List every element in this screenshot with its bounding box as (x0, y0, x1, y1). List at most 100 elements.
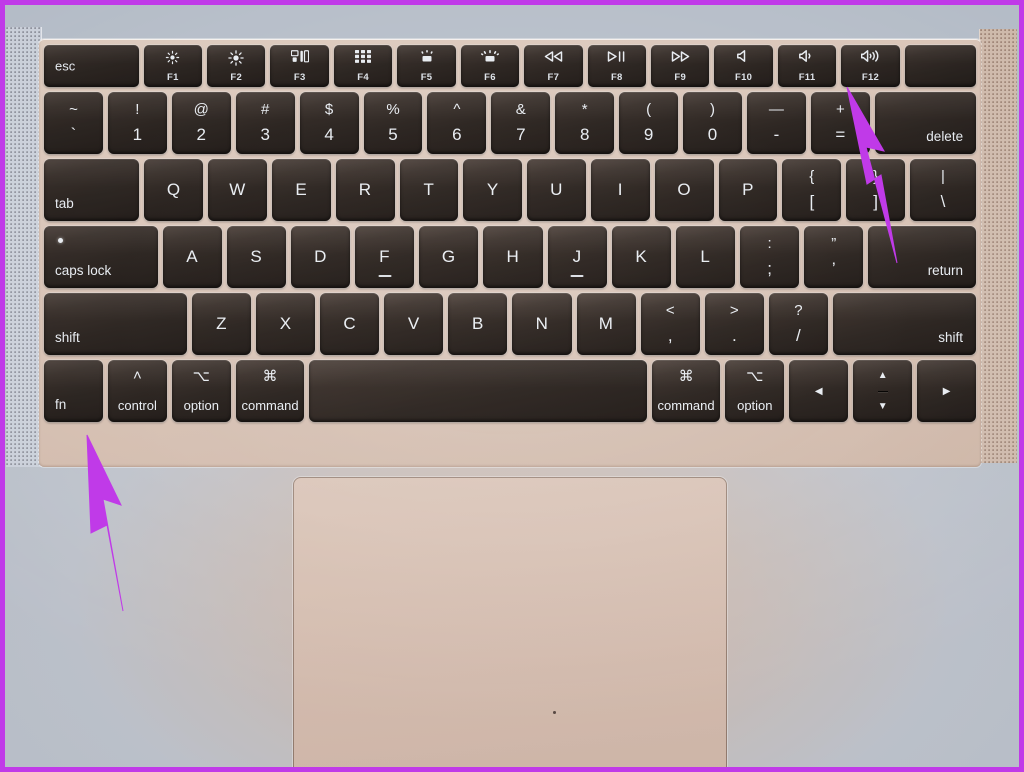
mission-control-key[interactable]: F3 (270, 45, 329, 87)
one-key[interactable]: ! 1 (107, 92, 167, 154)
seven-key[interactable]: & 7 (491, 92, 551, 154)
caps-lock-key[interactable]: caps lock (44, 226, 158, 288)
nine-key[interactable]: ( 9 (619, 92, 679, 154)
semicolon-key[interactable]: : ; (739, 226, 800, 288)
caps-lock-indicator-icon (58, 238, 63, 243)
caps-lock-key-label: caps lock (55, 263, 112, 278)
left-command-key[interactable]: ⌘ command (235, 360, 305, 422)
f7-label: F7 (547, 72, 560, 83)
mute-key[interactable]: F10 (714, 45, 773, 87)
fn-key-label: fn (55, 397, 67, 412)
touch-id-key[interactable] (904, 45, 976, 87)
a-key[interactable]: A (162, 226, 222, 288)
i-key-label: I (617, 180, 623, 199)
fn-key[interactable]: fn (44, 360, 103, 422)
play-pause-key[interactable]: F8 (587, 45, 647, 87)
volume-up-key[interactable]: F12 (841, 45, 900, 87)
escape-key[interactable]: esc (44, 45, 139, 87)
right-command-key[interactable]: ⌘ command (651, 360, 721, 422)
zero-key[interactable]: ) 0 (683, 92, 742, 154)
f-key[interactable]: F (355, 226, 415, 288)
o-key[interactable]: O (654, 159, 714, 221)
launchpad-key[interactable]: F4 (333, 45, 393, 87)
lbrace-upper-label: { (809, 168, 815, 185)
keyboard-brightness-down-key[interactable]: F5 (397, 45, 456, 87)
q-key[interactable]: Q (144, 159, 204, 221)
keyboard-brightness-up-key[interactable]: F6 (460, 45, 520, 87)
delete-key[interactable]: delete (874, 92, 977, 154)
m-key[interactable]: M (576, 293, 636, 355)
e-key[interactable]: E (271, 159, 331, 221)
four-lower-label: 4 (324, 125, 334, 144)
brightness-down-key[interactable]: F1 (143, 45, 203, 87)
d-key[interactable]: D (290, 226, 351, 288)
i-key[interactable]: I (590, 159, 650, 221)
k-key[interactable]: K (611, 226, 671, 288)
three-key[interactable]: # 3 (235, 92, 295, 154)
s-key[interactable]: S (226, 226, 286, 288)
p-key[interactable]: P (718, 159, 778, 221)
h-key[interactable]: H (483, 226, 543, 288)
nine-lower-label: 9 (643, 125, 654, 144)
c-key[interactable]: C (320, 293, 380, 355)
apostrophe-lower-label: ’ (831, 259, 836, 278)
b-key[interactable]: B (448, 293, 508, 355)
slash-key[interactable]: ? / (768, 293, 828, 355)
u-key[interactable]: U (527, 159, 586, 221)
left-option-key[interactable]: ⌥ option (171, 360, 231, 422)
up-arrow-key[interactable]: ▲ (877, 360, 888, 392)
two-key[interactable]: @ 2 (171, 92, 231, 154)
j-key[interactable]: J (547, 226, 607, 288)
five-key[interactable]: % 5 (363, 92, 423, 154)
four-key[interactable]: $ 4 (299, 92, 359, 154)
right-option-key[interactable]: ⌥ option (725, 360, 785, 422)
tilde-backtick-key[interactable]: ~ ` (44, 92, 103, 154)
right-bracket-key[interactable]: } ] (846, 159, 906, 221)
g-key[interactable]: G (419, 226, 479, 288)
left-bracket-key[interactable]: { [ (782, 159, 842, 221)
fast-forward-key[interactable]: F9 (651, 45, 710, 87)
return-key[interactable]: return (868, 226, 976, 288)
right-arrow-key[interactable]: ▶ (917, 360, 977, 422)
tab-key[interactable]: tab (44, 159, 140, 221)
y-key-label: Y (486, 180, 499, 199)
right-shift-key-label: shift (938, 330, 963, 345)
trackpad-speck (553, 711, 557, 714)
right-shift-key[interactable]: shift (832, 293, 976, 355)
r-key[interactable]: R (335, 159, 395, 221)
bottom-key-row: fn ˄ control ⌥ option ⌘ command ⌘ comman… (44, 360, 977, 423)
n-key[interactable]: N (512, 293, 572, 355)
volume-down-key[interactable]: F11 (777, 45, 837, 87)
v-key[interactable]: V (384, 293, 444, 355)
minus-key[interactable]: — - (746, 92, 806, 154)
f9-label: F9 (674, 72, 687, 83)
option-symbol-icon: ⌥ (192, 368, 210, 385)
y-key[interactable]: Y (463, 159, 523, 221)
rewind-key[interactable]: F7 (524, 45, 583, 87)
hash-upper-label: # (261, 101, 270, 118)
zxcv-key-row: shift Z X C V B N M < , > . ? / shift (44, 293, 976, 355)
control-key[interactable]: ˄ control (107, 360, 167, 422)
left-arrow-key[interactable]: ◀ (789, 360, 849, 422)
left-shift-key-label: shift (55, 330, 80, 345)
z-key[interactable]: Z (192, 293, 252, 355)
eight-key[interactable]: * 8 (555, 92, 615, 154)
left-shift-key[interactable]: shift (44, 293, 188, 355)
backslash-key[interactable]: | \ (910, 159, 976, 221)
quote-key[interactable]: ” ’ (804, 226, 864, 288)
rewind-icon (524, 50, 582, 64)
down-arrow-key[interactable]: ▼ (878, 392, 888, 423)
w-key[interactable]: W (208, 159, 267, 221)
space-key[interactable] (309, 360, 647, 422)
t-key[interactable]: T (399, 159, 459, 221)
x-key[interactable]: X (256, 293, 316, 355)
control-key-label: control (117, 398, 157, 413)
period-key[interactable]: > . (704, 293, 764, 355)
brightness-up-key[interactable]: F2 (207, 45, 266, 87)
left-speaker-grille (6, 27, 42, 467)
l-key[interactable]: L (675, 226, 735, 288)
trackpad[interactable] (293, 477, 727, 767)
equals-key[interactable]: + = (810, 92, 870, 154)
six-key[interactable]: ^ 6 (427, 92, 487, 154)
comma-key[interactable]: < , (640, 293, 700, 355)
